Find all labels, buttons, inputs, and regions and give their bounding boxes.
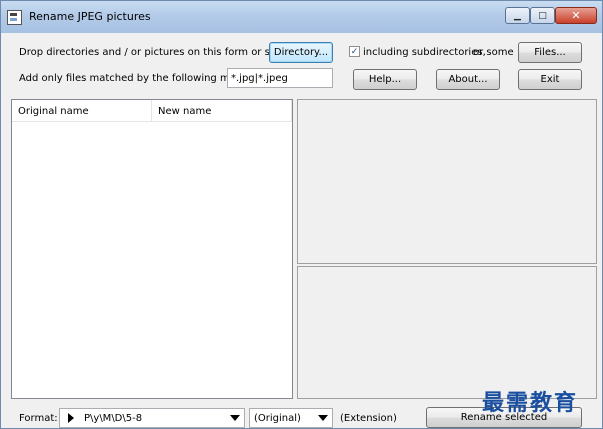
column-new-name[interactable]: New name [152,100,292,122]
drop-instructions: Drop directories and / or pictures on th… [19,47,304,58]
or-some-label: or some [473,47,514,58]
files-button[interactable]: Files... [518,42,582,63]
close-button[interactable]: ✕ [555,7,597,24]
exit-button[interactable]: Exit [518,69,582,90]
original-select[interactable]: (Original) [249,408,333,428]
format-label: Format: [19,413,58,424]
extension-label: (Extension) [340,413,397,424]
help-button[interactable]: Help... [353,69,417,90]
include-subdirectories-checkbox[interactable]: ✓ [349,46,360,57]
minimize-button[interactable]: ▁ [505,7,530,24]
title-bar[interactable]: Rename JPEG pictures ▁ □ ✕ [1,1,602,33]
preview-panel-top [297,99,597,264]
original-select-value: (Original) [254,413,301,424]
include-subdirectories-label: including subdirectories, [363,47,486,58]
preview-panel-bottom [297,266,597,399]
maximize-button[interactable]: □ [530,7,555,24]
file-list[interactable]: Original name New name [11,99,293,399]
play-icon [68,413,74,423]
app-icon [7,10,22,25]
format-value: P\y\M\D\5-8 [84,413,143,424]
about-button[interactable]: About... [436,69,500,90]
directory-button[interactable]: Directory... [269,42,333,63]
chevron-down-icon [318,415,328,421]
chevron-down-icon [230,415,240,421]
watermark-logo: 最需教育 [482,390,579,416]
window-title: Rename JPEG pictures [29,10,151,23]
mask-input[interactable] [227,68,333,88]
app-window: Rename JPEG pictures ▁ □ ✕ Drop director… [0,0,603,429]
format-select[interactable]: P\y\M\D\5-8 [59,408,245,428]
column-original-name[interactable]: Original name [12,100,152,122]
